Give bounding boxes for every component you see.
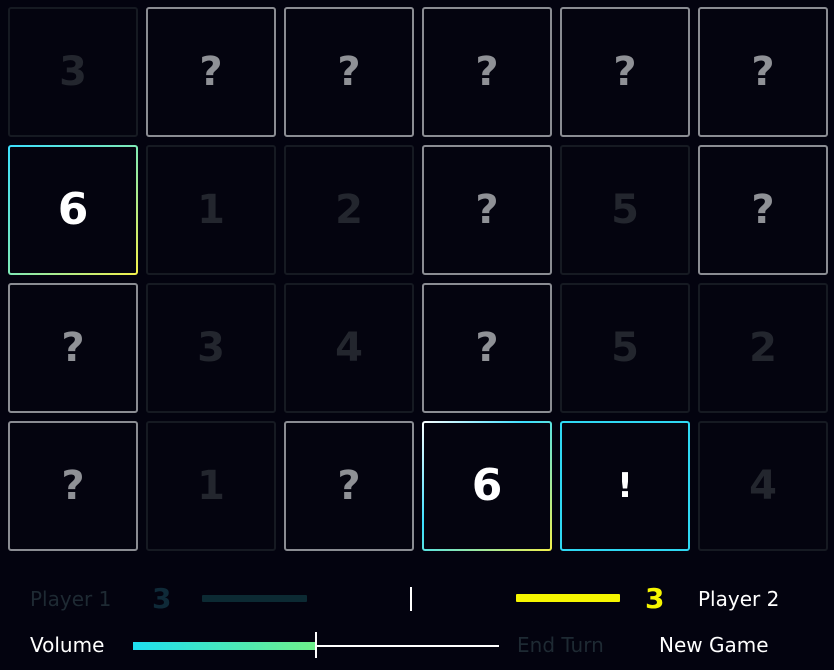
turn-divider [410, 587, 412, 611]
card-label: ? [61, 463, 85, 509]
card-label: 4 [335, 325, 363, 371]
card-label: ? [199, 49, 223, 95]
card-tile[interactable]: ? [284, 421, 414, 551]
card-grid: 3????? 6 1 2? 5?? 3 4? 5 2? 1? 6! 4 [8, 7, 830, 551]
card-tile[interactable]: ? [698, 145, 828, 275]
new-game-button[interactable]: New Game [659, 633, 769, 657]
card-tile[interactable]: 5 [560, 145, 690, 275]
card-tile[interactable]: 2 [284, 145, 414, 275]
card-label: ? [61, 325, 85, 371]
card-label: ? [751, 49, 775, 95]
card-label: 5 [611, 325, 639, 371]
card-tile[interactable]: 5 [560, 283, 690, 413]
card-tile[interactable]: ? [8, 421, 138, 551]
player-2-score: 3 [645, 582, 665, 615]
card-label: 6 [57, 184, 89, 235]
card-label: ! [617, 466, 633, 506]
player-1-bar [202, 595, 307, 602]
volume-slider-fill[interactable] [133, 642, 316, 650]
card-label: 4 [749, 463, 777, 509]
card-tile[interactable]: 2 [698, 283, 828, 413]
card-label: ? [475, 187, 499, 233]
card-tile[interactable]: ! [560, 421, 690, 551]
game-screen: 3????? 6 1 2? 5?? 3 4? 5 2? 1? 6! 4 Player 1 3 3 Pl… [0, 0, 834, 670]
player-2-bar [516, 594, 620, 602]
card-tile[interactable]: 3 [146, 283, 276, 413]
card-tile[interactable]: 6 [422, 421, 552, 551]
volume-slider-thumb[interactable] [315, 632, 317, 658]
card-label: 1 [197, 187, 225, 233]
card-label: ? [475, 325, 499, 371]
card-label: 3 [197, 325, 225, 371]
card-label: 6 [471, 460, 503, 511]
player-1-label: Player 1 [30, 587, 112, 611]
card-label: 2 [335, 187, 363, 233]
card-tile[interactable]: 3 [8, 7, 138, 137]
card-tile[interactable]: 1 [146, 145, 276, 275]
card-tile[interactable]: 4 [698, 421, 828, 551]
card-tile[interactable]: ? [422, 7, 552, 137]
player-2-label: Player 2 [698, 587, 780, 611]
end-turn-button[interactable]: End Turn [517, 633, 604, 657]
card-label: 2 [749, 325, 777, 371]
card-tile[interactable]: ? [284, 7, 414, 137]
card-label: ? [475, 49, 499, 95]
card-label: ? [337, 463, 361, 509]
card-tile[interactable]: ? [8, 283, 138, 413]
card-label: ? [613, 49, 637, 95]
card-tile[interactable]: 1 [146, 421, 276, 551]
card-label: 1 [197, 463, 225, 509]
card-tile[interactable]: ? [698, 7, 828, 137]
card-label: 3 [59, 49, 87, 95]
card-tile[interactable]: ? [422, 283, 552, 413]
card-tile[interactable]: ? [422, 145, 552, 275]
card-label: ? [751, 187, 775, 233]
card-label: 5 [611, 187, 639, 233]
volume-label: Volume [30, 633, 105, 657]
card-tile[interactable]: 6 [8, 145, 138, 275]
card-label: ? [337, 49, 361, 95]
player-1-score: 3 [152, 582, 172, 615]
card-tile[interactable]: 4 [284, 283, 414, 413]
card-tile[interactable]: ? [560, 7, 690, 137]
card-tile[interactable]: ? [146, 7, 276, 137]
